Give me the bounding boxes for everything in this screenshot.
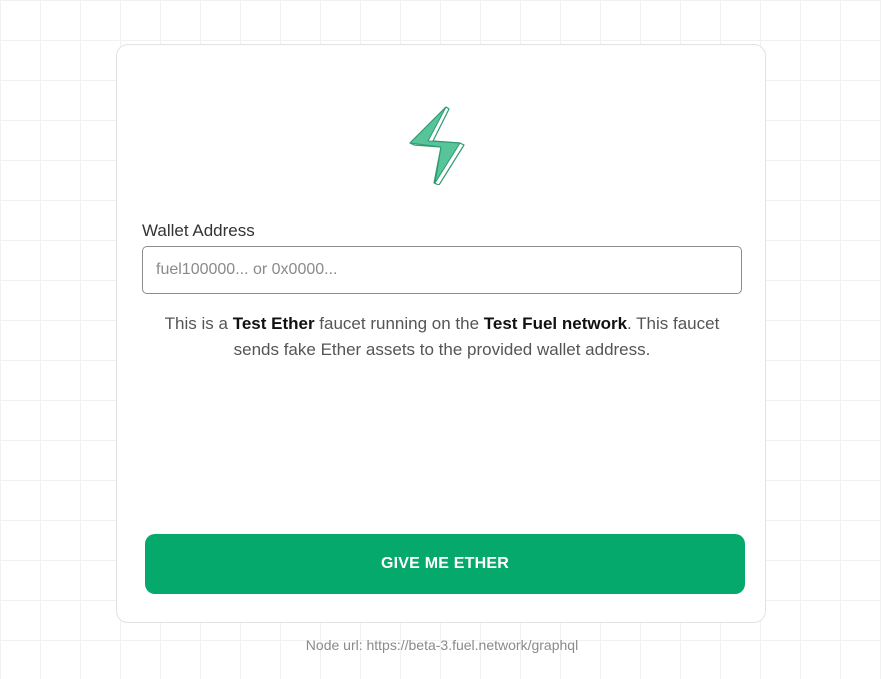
wallet-address-input[interactable] — [142, 246, 742, 294]
fuel-lightning-bolt-icon — [409, 106, 465, 185]
faucet-card: Wallet Address This is a Test Ether fauc… — [116, 44, 766, 623]
description-bold-test-ether: Test Ether — [232, 314, 315, 333]
wallet-address-label: Wallet Address — [142, 221, 255, 240]
description-bold-test-fuel-network: Test Fuel network — [483, 314, 628, 333]
description-text-1: This is a — [164, 314, 233, 333]
description-text-2: faucet running on the — [314, 314, 484, 333]
give-me-ether-button[interactable]: GIVE ME ETHER — [145, 534, 745, 594]
faucet-description: This is a Test Ether faucet running on t… — [142, 311, 742, 363]
node-url-footer: Node url: https://beta-3.fuel.network/gr… — [305, 637, 579, 653]
